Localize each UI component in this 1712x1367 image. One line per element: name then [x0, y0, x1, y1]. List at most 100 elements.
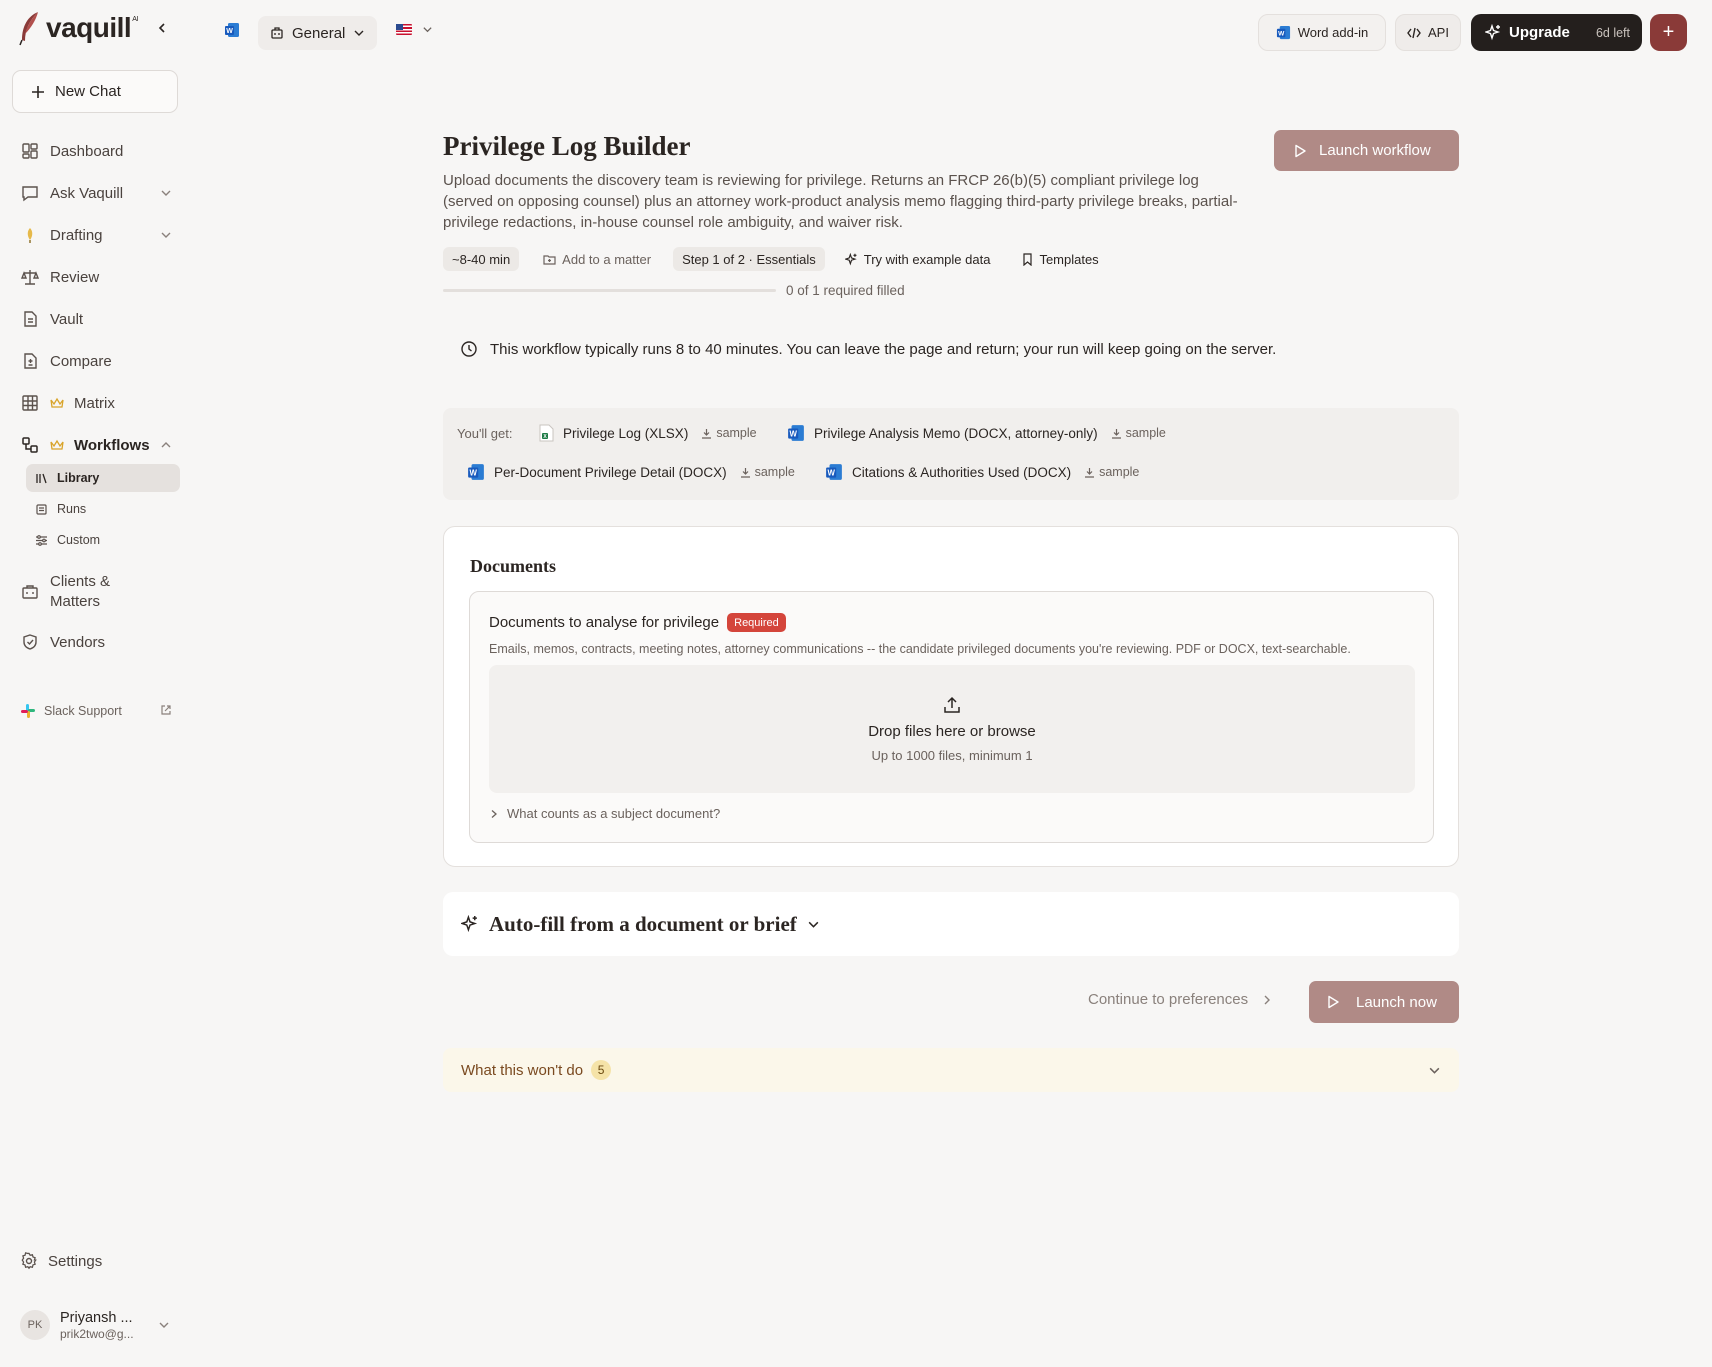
brand-logo[interactable]: vaquillAI	[16, 10, 138, 46]
sample-label: sample	[1099, 465, 1140, 479]
api-button[interactable]: API	[1395, 14, 1461, 51]
download-icon	[1111, 428, 1122, 439]
grid-icon	[20, 393, 40, 413]
templates-button[interactable]: Templates	[1022, 252, 1099, 267]
field-help-text: Emails, memos, contracts, meeting notes,…	[489, 642, 1351, 656]
user-email: prik2two@g...	[60, 1326, 134, 1341]
deliverable-item: X Privilege Log (XLSX) sample	[538, 424, 757, 442]
step-badge: Step 1 of 2 · Essentials	[673, 247, 825, 271]
sidebar-item-clients-matters[interactable]: Clients & Matters	[20, 570, 176, 614]
sample-label: sample	[716, 426, 757, 440]
download-sample-button[interactable]: sample	[740, 465, 795, 479]
plus-icon	[32, 85, 44, 98]
sidebar-subitem-custom[interactable]: Custom	[26, 526, 180, 554]
settings-button[interactable]: Settings	[20, 1252, 102, 1270]
word-app-icon[interactable]: W	[224, 22, 240, 42]
file-icon	[20, 309, 40, 329]
sidebar-item-matrix[interactable]: Matrix	[20, 387, 176, 419]
deliverable-name: Privilege Log (XLSX)	[563, 425, 689, 441]
upgrade-label: Upgrade	[1509, 24, 1570, 41]
add-button[interactable]: +	[1650, 14, 1687, 51]
deliverables-panel: You'll get: X Privilege Log (XLSX) sampl…	[443, 408, 1459, 500]
slack-support-link[interactable]: Slack Support	[20, 700, 172, 722]
api-label: API	[1428, 25, 1449, 40]
sidebar-item-label: Clients & Matters	[50, 573, 111, 610]
runtime-notice: This workflow typically runs 8 to 40 min…	[460, 340, 1276, 358]
sidebar-item-compare[interactable]: Compare	[20, 345, 176, 377]
crown-icon	[50, 397, 64, 409]
chevron-left-icon	[158, 23, 165, 33]
user-menu[interactable]: PK Priyansh ... prik2two@g...	[20, 1305, 170, 1345]
continue-to-preferences-button[interactable]: Continue to preferences	[1088, 991, 1272, 1008]
deliverable-name: Privilege Analysis Memo (DOCX, attorney-…	[814, 425, 1098, 441]
sidebar-subitem-label: Custom	[57, 533, 101, 547]
launch-workflow-label: Launch workflow	[1319, 142, 1431, 159]
sidebar-item-label: Compare	[50, 352, 112, 370]
launch-now-button[interactable]: Launch now	[1309, 981, 1459, 1023]
limitations-count-badge: 5	[591, 1060, 612, 1080]
slack-icon	[20, 703, 36, 719]
sidebar-item-drafting[interactable]: Drafting	[20, 219, 176, 251]
deliverable-item: W Citations & Authorities Used (DOCX) sa…	[825, 463, 1139, 481]
file-dropzone[interactable]: Drop files here or browse Up to 1000 fil…	[489, 665, 1415, 793]
download-sample-button[interactable]: sample	[1084, 465, 1139, 479]
sidebar-item-vendors[interactable]: Vendors	[20, 626, 176, 658]
sidebar-item-label: Vault	[50, 310, 84, 328]
dropzone-subtitle: Up to 1000 files, minimum 1	[871, 748, 1033, 763]
sidebar-item-ask-vaquill[interactable]: Ask Vaquill	[20, 177, 176, 209]
sidebar-subitem-runs[interactable]: Runs	[26, 495, 180, 523]
new-chat-button[interactable]: New Chat	[12, 70, 178, 113]
sparkles-icon	[1485, 24, 1502, 41]
deliverables-label: You'll get:	[457, 426, 513, 441]
sidebar-item-review[interactable]: Review	[20, 261, 176, 293]
workflow-description: Upload documents the discovery team is r…	[443, 172, 1238, 231]
chevron-down-icon	[807, 918, 820, 931]
sparkles-icon	[461, 915, 479, 933]
code-icon	[1407, 27, 1421, 39]
workspace-selector[interactable]: General	[258, 16, 378, 50]
user-info: Priyansh ... prik2two@g...	[60, 1310, 134, 1341]
sidebar-item-workflows[interactable]: Workflows	[20, 429, 176, 461]
workspace-label: General	[292, 24, 346, 42]
play-icon	[1293, 144, 1307, 158]
sidebar-subitem-label: Library	[57, 471, 100, 485]
autofill-toggle[interactable]: Auto-fill from a document or brief	[443, 892, 1459, 956]
progress-text: 0 of 1 required filled	[786, 283, 905, 298]
gear-icon	[20, 1252, 38, 1270]
sample-label: sample	[1125, 426, 1166, 440]
word-icon: W	[1276, 25, 1291, 40]
launch-now-label: Launch now	[1356, 993, 1437, 1011]
sparkles-icon	[844, 252, 858, 266]
download-icon	[1084, 467, 1095, 478]
limitations-accordion[interactable]: What this won't do 5	[443, 1048, 1459, 1092]
jurisdiction-selector[interactable]	[396, 24, 433, 35]
building-icon	[270, 26, 284, 40]
word-icon: W	[467, 463, 485, 481]
upgrade-button[interactable]: Upgrade 6d left	[1471, 14, 1642, 51]
subject-document-disclosure[interactable]: What counts as a subject document?	[489, 806, 720, 821]
deliverable-name: Per-Document Privilege Detail (DOCX)	[494, 464, 727, 480]
folder-plus-icon	[543, 253, 556, 266]
add-to-matter-button[interactable]: Add to a matter	[543, 252, 651, 267]
sliders-icon	[35, 534, 48, 547]
deliverable-item: W Per-Document Privilege Detail (DOCX) s…	[467, 463, 795, 481]
collapse-sidebar-button[interactable]	[152, 18, 172, 38]
sidebar-item-dashboard[interactable]: Dashboard	[20, 135, 176, 167]
add-to-matter-label: Add to a matter	[562, 251, 652, 267]
word-addin-button[interactable]: W Word add-in	[1258, 14, 1386, 51]
compare-icon	[20, 351, 40, 371]
dropzone-title: Drop files here or browse	[868, 723, 1036, 740]
launch-workflow-button[interactable]: Launch workflow	[1274, 130, 1459, 171]
svg-text:W: W	[827, 468, 835, 477]
sidebar-subitem-library[interactable]: Library	[26, 464, 180, 492]
required-progress: 0 of 1 required filled	[443, 283, 905, 298]
workflow-meta: ~8-40 min Add to a matter Step 1 of 2 · …	[443, 247, 1099, 271]
download-sample-button[interactable]: sample	[1111, 426, 1166, 440]
clock-icon	[460, 340, 478, 358]
download-sample-button[interactable]: sample	[701, 426, 757, 440]
slack-support-label: Slack Support	[44, 704, 122, 718]
sidebar-item-vault[interactable]: Vault	[20, 303, 176, 335]
svg-text:W: W	[226, 28, 233, 35]
try-example-button[interactable]: Try with example data	[844, 252, 990, 267]
library-icon	[35, 472, 48, 485]
